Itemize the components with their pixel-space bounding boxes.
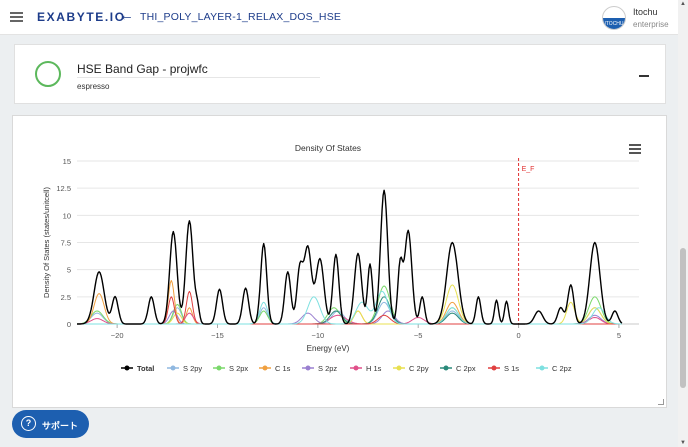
y-tick-label: 5 <box>67 266 71 275</box>
scroll-down-icon[interactable]: ▼ <box>680 440 686 446</box>
y-tick-label: 7.5 <box>61 239 71 248</box>
y-axis-label: Density Of States (states/unitcell) <box>42 187 51 298</box>
legend-label: Total <box>137 364 154 373</box>
scroll-thumb[interactable] <box>680 248 686 388</box>
legend-marker <box>305 365 311 371</box>
y-tick-label: 2.5 <box>61 293 71 302</box>
menu-icon[interactable] <box>10 12 23 22</box>
x-tick-label: 0 <box>516 331 520 340</box>
unit-application: espresso <box>77 82 110 91</box>
support-label: サポート <box>42 421 79 431</box>
legend-marker <box>353 365 359 371</box>
x-tick-label: −20 <box>111 331 124 340</box>
unit-name: HSE Band Gap - projwfc <box>77 62 208 76</box>
legend-label: C 1s <box>275 364 291 373</box>
series-line <box>77 189 623 325</box>
legend-marker <box>124 365 130 371</box>
resize-handle[interactable] <box>658 399 664 405</box>
avatar[interactable]: ITOCHU <box>602 6 626 30</box>
legend-marker <box>539 365 545 371</box>
support-button[interactable]: ? サポート <box>12 410 89 438</box>
collapse-icon[interactable] <box>639 75 649 77</box>
legend-label: H 1s <box>366 364 382 373</box>
y-tick-label: 12.5 <box>56 184 71 193</box>
back-arrow-icon[interactable]: ← <box>119 7 134 24</box>
x-tick-label: −15 <box>211 331 224 340</box>
chart-menu-icon[interactable] <box>629 144 641 154</box>
fermi-label: E_F <box>522 166 535 173</box>
legend-label: C 2pz <box>552 364 572 373</box>
x-tick-label: −5 <box>414 331 423 340</box>
legend-marker <box>396 365 402 371</box>
legend-marker <box>491 365 497 371</box>
legend-label: C 2py <box>409 364 429 373</box>
legend-label: S 2pz <box>318 364 337 373</box>
chart-card: Density Of States 0 2.5 5 7.5 10 12.5 15 −20 −15 −… <box>12 115 667 408</box>
logo[interactable]: EXABYTE.IO <box>37 10 126 24</box>
legend-label: S 2px <box>229 364 248 373</box>
help-icon: ? <box>21 416 36 431</box>
legend-marker <box>216 365 222 371</box>
user-name[interactable]: Itochu <box>633 7 658 17</box>
x-tick-label: −10 <box>311 331 324 340</box>
x-axis-label: Energy (eV) <box>307 344 350 353</box>
chart-title: Density Of States <box>295 143 361 153</box>
legend-label: S 2py <box>183 364 202 373</box>
status-complete-icon <box>35 61 61 87</box>
unit-name-divider <box>77 77 320 78</box>
top-bar: EXABYTE.IO ← THI_POLY_LAYER-1_RELAX_DOS_… <box>0 0 678 35</box>
legend-label: S 1s <box>504 364 519 373</box>
unit-card: HSE Band Gap - projwfc espresso <box>14 44 666 104</box>
x-tick-label: 5 <box>617 331 621 340</box>
y-tick-label: 0 <box>67 320 71 329</box>
y-tick-label: 15 <box>63 157 71 166</box>
page-scrollbar[interactable]: ▲ ▼ <box>678 0 688 447</box>
legend-marker <box>443 365 449 371</box>
dos-chart: Density Of States 0 2.5 5 7.5 10 12.5 15 −20 −15 −… <box>42 143 639 373</box>
y-tick-label: 10 <box>63 211 71 220</box>
legend-marker <box>170 365 176 371</box>
legend-marker <box>262 365 268 371</box>
scroll-up-icon[interactable]: ▲ <box>680 1 686 7</box>
avatar-text: ITOCHU <box>604 21 624 27</box>
legend-label: C 2px <box>456 364 476 373</box>
user-plan: enterprise <box>633 20 669 29</box>
job-title: THI_POLY_LAYER-1_RELAX_DOS_HSE <box>140 11 342 23</box>
